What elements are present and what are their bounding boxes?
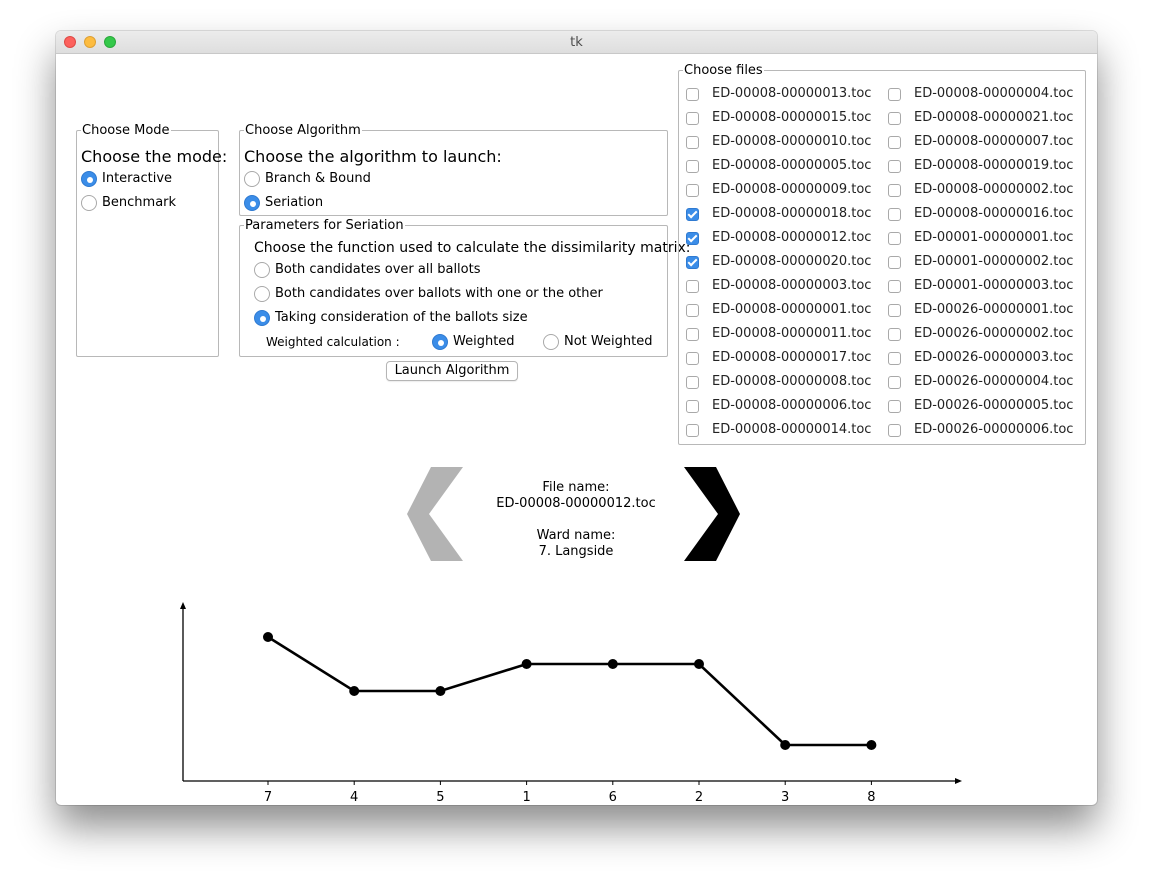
data-point	[607, 659, 618, 669]
x-axis-arrowhead	[955, 778, 962, 784]
x-tick-label: 2	[695, 790, 703, 805]
x-tick-label: 1	[522, 790, 530, 805]
data-point	[780, 740, 791, 750]
data-point	[349, 686, 360, 696]
data-point	[521, 659, 532, 669]
x-tick-label: 8	[867, 790, 875, 805]
data-point	[435, 686, 446, 696]
data-point	[263, 632, 273, 642]
x-tick-label: 4	[350, 790, 358, 805]
data-point	[866, 740, 877, 750]
app-window: tk Choose Mode Choose the mode: Interact…	[56, 31, 1097, 805]
seriation-chart: 7 4 5 1 6 2 3 8	[180, 602, 962, 805]
main-content: Choose Mode Choose the mode: Interactive…	[56, 53, 1097, 805]
data-point	[694, 659, 704, 669]
window-title: tk	[570, 35, 583, 50]
title-bar: tk	[56, 31, 1097, 54]
y-axis-arrowhead	[180, 602, 186, 609]
x-tick-label: 3	[781, 790, 789, 805]
x-tick-label: 6	[609, 790, 617, 805]
x-tick-label: 5	[436, 790, 444, 805]
x-tick-label: 7	[264, 790, 272, 805]
